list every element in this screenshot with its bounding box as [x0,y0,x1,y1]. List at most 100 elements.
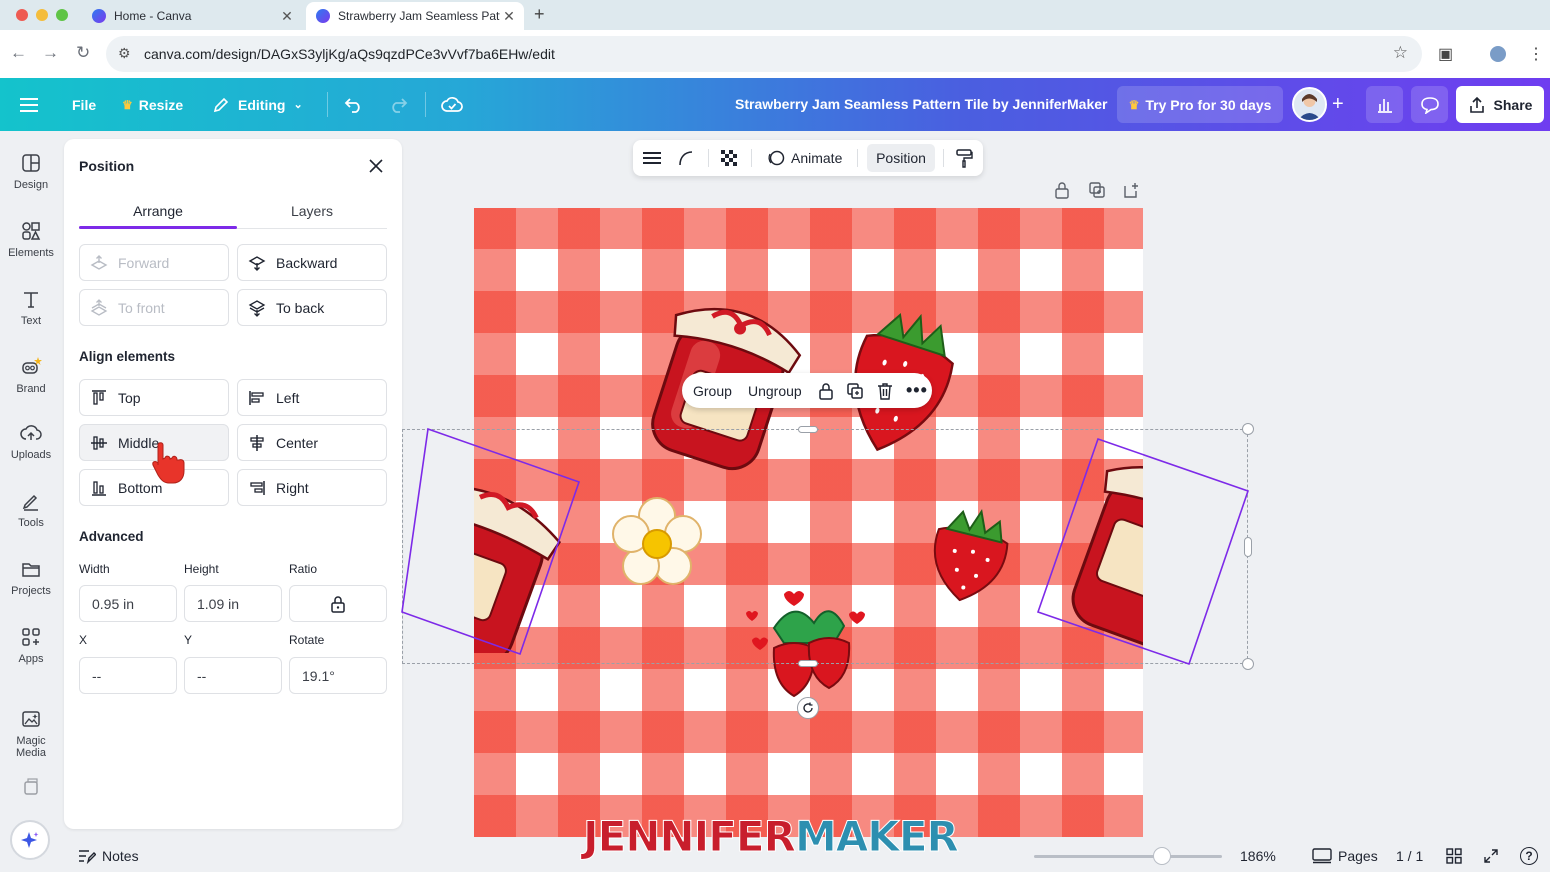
align-right-button[interactable]: Right [237,469,387,506]
width-label: Width [79,562,110,576]
rail-item-elements[interactable]: Elements [0,221,62,259]
cloud-save-status[interactable] [441,78,463,131]
ratio-lock-button[interactable] [289,585,387,622]
notes-button[interactable]: Notes [78,840,139,872]
align-left-icon [249,390,264,405]
redo-icon [392,97,408,113]
fullscreen-button[interactable] [1483,840,1499,872]
zoom-level[interactable]: 186% [1240,840,1276,872]
align-top-button[interactable]: Top [79,379,229,416]
x-field[interactable]: -- [79,657,177,694]
align-elements-heading: Align elements [79,349,176,364]
design-title[interactable]: Strawberry Jam Seamless Pattern Tile by … [735,96,1107,112]
rail-item-projects[interactable]: Projects [0,559,62,597]
rail-item-text[interactable]: Text [0,289,62,327]
rail-item-apps[interactable]: Apps [0,627,62,665]
toolbar-divider [943,149,944,167]
add-collaborator-button[interactable]: + [1332,78,1344,131]
resize-handle-top-right[interactable] [1242,423,1254,435]
to-back-button[interactable]: To back [237,289,387,326]
width-field[interactable]: 0.95 in [79,585,177,622]
magic-assistant-button[interactable] [10,820,50,860]
tab-arrange[interactable]: Arrange [79,203,237,219]
editing-mode-button[interactable]: Editing ⌄ [212,78,303,131]
resize-handle-bottom[interactable] [798,660,818,667]
lock-page-icon[interactable] [1054,181,1070,202]
screen-search-icon[interactable]: ▣ [1438,44,1453,64]
delete-button[interactable] [877,373,893,408]
close-icon[interactable] [366,156,386,176]
text-align-button[interactable] [643,140,661,176]
url-field[interactable]: ⚙ canva.com/design/DAGxS3yljKg/aQs9qzdPC… [106,36,1422,72]
grid-view-button[interactable] [1446,840,1462,872]
y-field[interactable]: -- [184,657,282,694]
insights-button[interactable] [1366,86,1403,123]
to-front-button[interactable]: To front [79,289,229,326]
zoom-slider-thumb[interactable] [1152,847,1171,865]
pointer-hand-icon [152,442,185,484]
position-panel: Position Arrange Layers Forward Backward… [64,139,402,829]
corner-rounding-button[interactable] [677,140,695,176]
rail-item-more[interactable] [0,777,62,803]
redo-button[interactable] [388,78,408,131]
lock-button[interactable] [818,373,834,408]
group-selection-box[interactable] [402,429,1248,664]
share-button[interactable]: Share [1456,86,1544,123]
resize-handle-top[interactable] [798,426,818,433]
ungroup-button[interactable]: Ungroup [748,373,802,408]
main-menu-button[interactable] [20,78,40,131]
zoom-slider[interactable] [1034,855,1222,858]
browser-tab-design[interactable]: Strawberry Jam Seamless Pattern Tile by … [306,2,524,30]
close-window-button[interactable] [16,9,28,21]
try-pro-button[interactable]: ♛ Try Pro for 30 days [1117,86,1283,123]
rail-item-magic-media[interactable]: Magic Media [0,709,62,759]
avatar[interactable] [1292,87,1327,122]
align-left-button[interactable]: Left [237,379,387,416]
rotate-field[interactable]: 19.1° [289,657,387,694]
site-settings-icon[interactable]: ⚙ [118,45,131,62]
position-button[interactable]: Position [867,144,935,172]
help-button[interactable]: ? [1520,840,1538,872]
duplicate-button[interactable] [846,373,864,408]
rail-item-brand[interactable]: Brand [0,355,62,395]
copy-style-button[interactable] [955,140,973,176]
add-page-icon[interactable] [1122,181,1140,202]
back-icon[interactable]: ← [10,43,27,63]
close-tab-icon[interactable]: ✕ [278,8,296,25]
forward-button[interactable]: Forward [79,244,229,281]
backward-button[interactable]: Backward [237,244,387,281]
duplicate-page-icon[interactable] [1088,181,1106,202]
tab-layers[interactable]: Layers [233,203,391,219]
browser-tab-home[interactable]: Home - Canva ✕ [82,2,302,30]
undo-button[interactable] [344,78,364,131]
height-field[interactable]: 1.09 in [184,585,282,622]
forward-icon[interactable]: → [42,43,59,63]
close-tab-icon[interactable]: ✕ [500,8,518,25]
bookmark-star-icon[interactable]: ☆ [1393,43,1408,63]
transparency-button[interactable] [720,140,738,176]
resize-handle-bottom-right[interactable] [1242,658,1254,670]
browser-menu-icon[interactable]: ⋮ [1528,44,1544,64]
file-menu-button[interactable]: File [72,78,96,131]
editor-header: File ♛ Resize Editing ⌄ Strawberry Jam S… [0,78,1550,131]
rail-label: Tools [18,517,44,529]
new-tab-button[interactable]: + [534,4,545,25]
resize-handle-right[interactable] [1244,537,1252,557]
minimize-window-button[interactable] [36,9,48,21]
rotate-handle[interactable] [797,697,819,719]
animate-button[interactable]: Animate [767,140,842,176]
maximize-window-button[interactable] [56,9,68,21]
profile-avatar-icon[interactable] [1490,46,1506,62]
rail-item-uploads[interactable]: Uploads [0,423,62,461]
reload-icon[interactable]: ↻ [76,43,90,63]
align-center-button[interactable]: Center [237,424,387,461]
group-button[interactable]: Group [693,373,732,408]
rail-item-tools[interactable]: Tools [0,491,62,529]
rail-label: Design [13,179,49,191]
rail-item-design[interactable]: Design [0,153,62,191]
pages-button[interactable]: Pages [1312,840,1378,872]
comments-button[interactable] [1411,86,1448,123]
resize-button[interactable]: ♛ Resize [122,78,183,131]
align-center-icon [250,434,264,451]
more-options-button[interactable]: ••• [906,373,928,408]
